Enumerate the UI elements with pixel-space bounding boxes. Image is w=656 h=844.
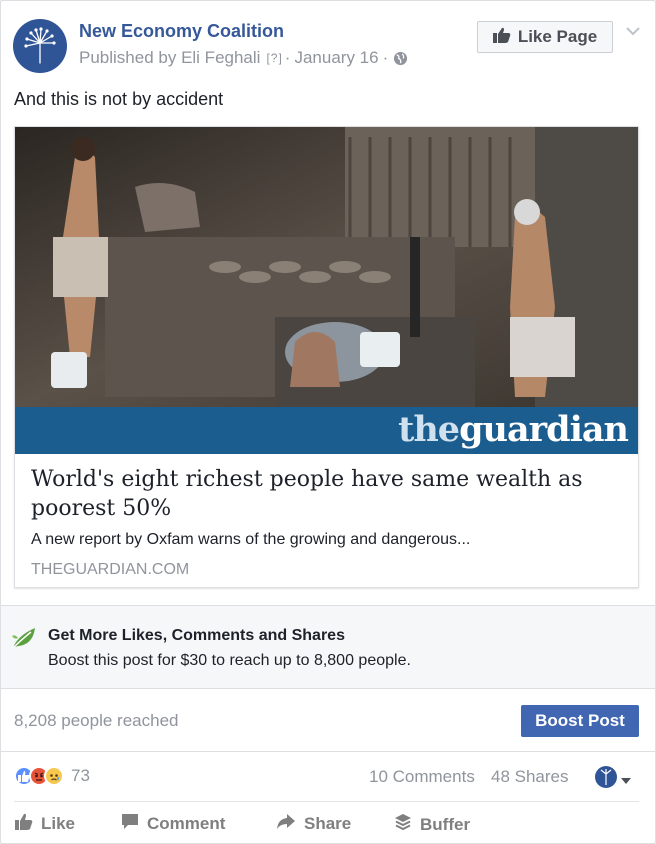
page-name-link[interactable]: New Economy Coalition: [79, 21, 284, 42]
share-label: Share: [304, 814, 352, 833]
buffer-label: Buffer: [420, 814, 471, 834]
like-label: Like: [41, 814, 76, 833]
shares-count[interactable]: 48 Shares: [491, 767, 569, 787]
buffer-button[interactable]: Buffer: [394, 813, 470, 836]
thumbs-up-icon: [492, 27, 511, 48]
chevron-down-icon: [621, 771, 631, 789]
comment-button[interactable]: Comment: [121, 813, 225, 835]
page-avatar-small-icon: [595, 766, 617, 793]
meta-separator-2: ·: [382, 48, 389, 67]
guardian-logo-the: the: [398, 409, 460, 450]
like-page-button[interactable]: Like Page: [477, 21, 613, 53]
link-description: A new report by Oxfam warns of the growi…: [31, 531, 471, 548]
like-button[interactable]: Like: [15, 813, 75, 835]
comment-label: Comment: [147, 814, 226, 833]
guardian-logo: theguardian: [398, 409, 629, 450]
page-avatar[interactable]: [13, 19, 67, 73]
post-actions: Like Comment Share Buffer: [1, 809, 655, 839]
published-by[interactable]: Published by Eli Feghali: [79, 48, 260, 68]
meta-separator: ·: [284, 48, 291, 67]
globe-icon[interactable]: [393, 51, 408, 66]
guardian-logo-name: guardian: [459, 409, 629, 450]
page-voice-selector[interactable]: [595, 766, 631, 793]
leaf-icon: [11, 626, 37, 655]
dandelion-logo-icon: [24, 27, 56, 64]
promo-subtitle: Boost this post for $30 to reach up to 8…: [48, 652, 411, 669]
comments-count[interactable]: 10 Comments: [369, 767, 475, 787]
thumbs-up-icon: [15, 813, 33, 835]
post-card: New Economy Coalition Published by Eli F…: [0, 0, 656, 844]
people-reached[interactable]: 8,208 people reached: [14, 711, 178, 731]
promo-title: Get More Likes, Comments and Shares: [48, 627, 345, 644]
boost-promo: Get More Likes, Comments and Shares Boos…: [1, 605, 655, 689]
post-date[interactable]: January 16: [294, 48, 378, 68]
reactions-summary[interactable]: 73: [14, 764, 90, 788]
buffer-stack-icon: [394, 813, 412, 836]
post-meta: Published by Eli Feghali [?] · January 1…: [79, 48, 408, 68]
post-menu-chevron-down-icon[interactable]: [623, 21, 643, 41]
share-arrow-icon: [276, 813, 296, 835]
link-title[interactable]: World's eight richest people have same w…: [31, 465, 626, 523]
post-text: And this is not by accident: [14, 89, 224, 109]
share-button[interactable]: Share: [276, 813, 351, 835]
link-preview[interactable]: theguardian World's eight richest people…: [14, 126, 639, 588]
reaction-count: 73: [71, 766, 90, 785]
divider: [14, 801, 639, 802]
like-page-label: Like Page: [517, 27, 598, 46]
help-marker[interactable]: [?]: [266, 51, 282, 65]
comment-icon: [121, 813, 139, 835]
link-domain: THEGUARDIAN.COM: [31, 561, 190, 578]
divider: [1, 751, 655, 752]
post-header: New Economy Coalition Published by Eli F…: [13, 17, 643, 77]
boost-post-button[interactable]: Boost Post: [521, 705, 639, 737]
link-preview-image[interactable]: theguardian: [15, 127, 638, 454]
sad-reaction-icon: [44, 766, 64, 786]
